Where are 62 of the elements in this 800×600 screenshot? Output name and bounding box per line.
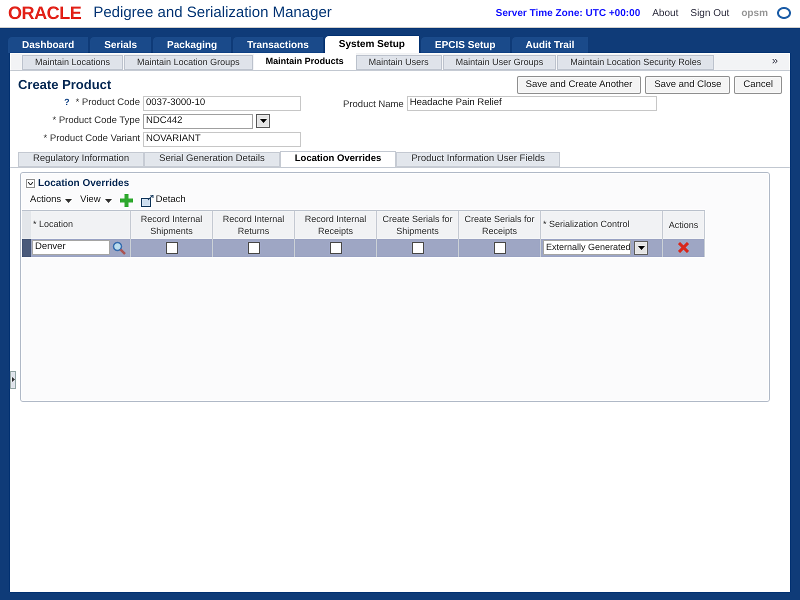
app-title: Pedigree and Serialization Manager — [93, 3, 332, 24]
action-button[interactable]: Save and Create Another — [516, 76, 642, 94]
detail-tab[interactable]: Product Information User Fields — [396, 152, 560, 166]
main-tab[interactable]: Serials — [90, 37, 152, 53]
main-tab[interactable]: Transactions — [233, 37, 323, 53]
detach-button[interactable]: Detach — [140, 193, 186, 208]
menu-button[interactable]: Actions — [30, 193, 72, 208]
add-icon[interactable] — [120, 194, 133, 207]
server-time: Server Time Zone: UTC +00:00 — [496, 7, 640, 21]
checkbox[interactable] — [248, 242, 260, 254]
dropdown-button[interactable] — [634, 240, 648, 254]
page-title: Create Product — [18, 76, 112, 94]
section-title: Location Overrides — [38, 176, 130, 190]
sub-tab[interactable]: Maintain Products — [254, 53, 356, 70]
header-link[interactable]: Sign Out — [690, 6, 730, 21]
field-label: Product Name — [343, 98, 404, 112]
field-label: * Product Code Type — [52, 114, 140, 128]
input-field[interactable]: 0037-3000-10 — [143, 96, 301, 110]
header-link[interactable]: About — [652, 6, 678, 21]
main-tab[interactable]: Audit Trail — [512, 37, 588, 53]
select-field[interactable]: Externally Generated — [543, 240, 631, 255]
action-button[interactable]: Save and Close — [645, 76, 730, 94]
main-tab[interactable]: System Setup — [324, 36, 419, 53]
more-tabs-button[interactable]: » — [772, 52, 778, 69]
menu-button[interactable]: View — [80, 193, 112, 208]
help-icon[interactable]: ? — [64, 96, 70, 110]
input-field[interactable]: Headache Pain Relief — [406, 96, 657, 110]
disclosure-toggle[interactable] — [26, 178, 35, 188]
input-field[interactable]: NOVARIANT — [143, 132, 301, 146]
detail-tab[interactable]: Regulatory Information — [18, 152, 144, 166]
action-button[interactable]: Cancel — [734, 76, 782, 94]
caret-icon — [65, 198, 72, 202]
checkbox[interactable] — [330, 242, 342, 254]
chevron-icon — [28, 182, 33, 184]
brand-logo: ORACLE — [8, 2, 82, 25]
field-label: * Product Code Variant — [44, 132, 140, 146]
caret-icon — [260, 119, 266, 123]
collapse-handle[interactable] — [10, 370, 16, 389]
input-field[interactable]: Denver — [32, 240, 110, 255]
main-tab[interactable]: Packaging — [153, 37, 232, 53]
checkbox[interactable] — [412, 242, 424, 254]
detail-tab[interactable]: Serial Generation Details — [144, 152, 280, 166]
checkbox[interactable] — [166, 242, 178, 254]
caret-icon — [104, 198, 112, 202]
sub-tab[interactable]: Maintain Users — [356, 55, 442, 70]
main-tab[interactable]: Dashboard — [8, 37, 88, 53]
caret-icon — [638, 246, 644, 250]
detail-tab[interactable]: Location Overrides — [280, 150, 396, 166]
main-tab[interactable]: EPCIS Setup — [420, 37, 510, 53]
sub-tab[interactable]: Maintain Locations — [22, 55, 124, 70]
row-selector[interactable] — [22, 238, 31, 256]
field-label: * Product Code — [76, 96, 140, 110]
sub-tab[interactable]: Maintain Location Security Roles — [557, 55, 714, 70]
search-icon[interactable] — [112, 240, 126, 254]
checkbox[interactable] — [494, 242, 506, 254]
select-field[interactable]: NDC442 — [143, 114, 253, 128]
user-name: opsm — [741, 7, 768, 21]
sub-tab[interactable]: Maintain Location Groups — [124, 55, 253, 70]
status-icon — [776, 6, 792, 22]
window-icon — [140, 194, 154, 206]
dropdown-button[interactable] — [256, 114, 270, 128]
sub-tab[interactable]: Maintain User Groups — [442, 55, 556, 70]
